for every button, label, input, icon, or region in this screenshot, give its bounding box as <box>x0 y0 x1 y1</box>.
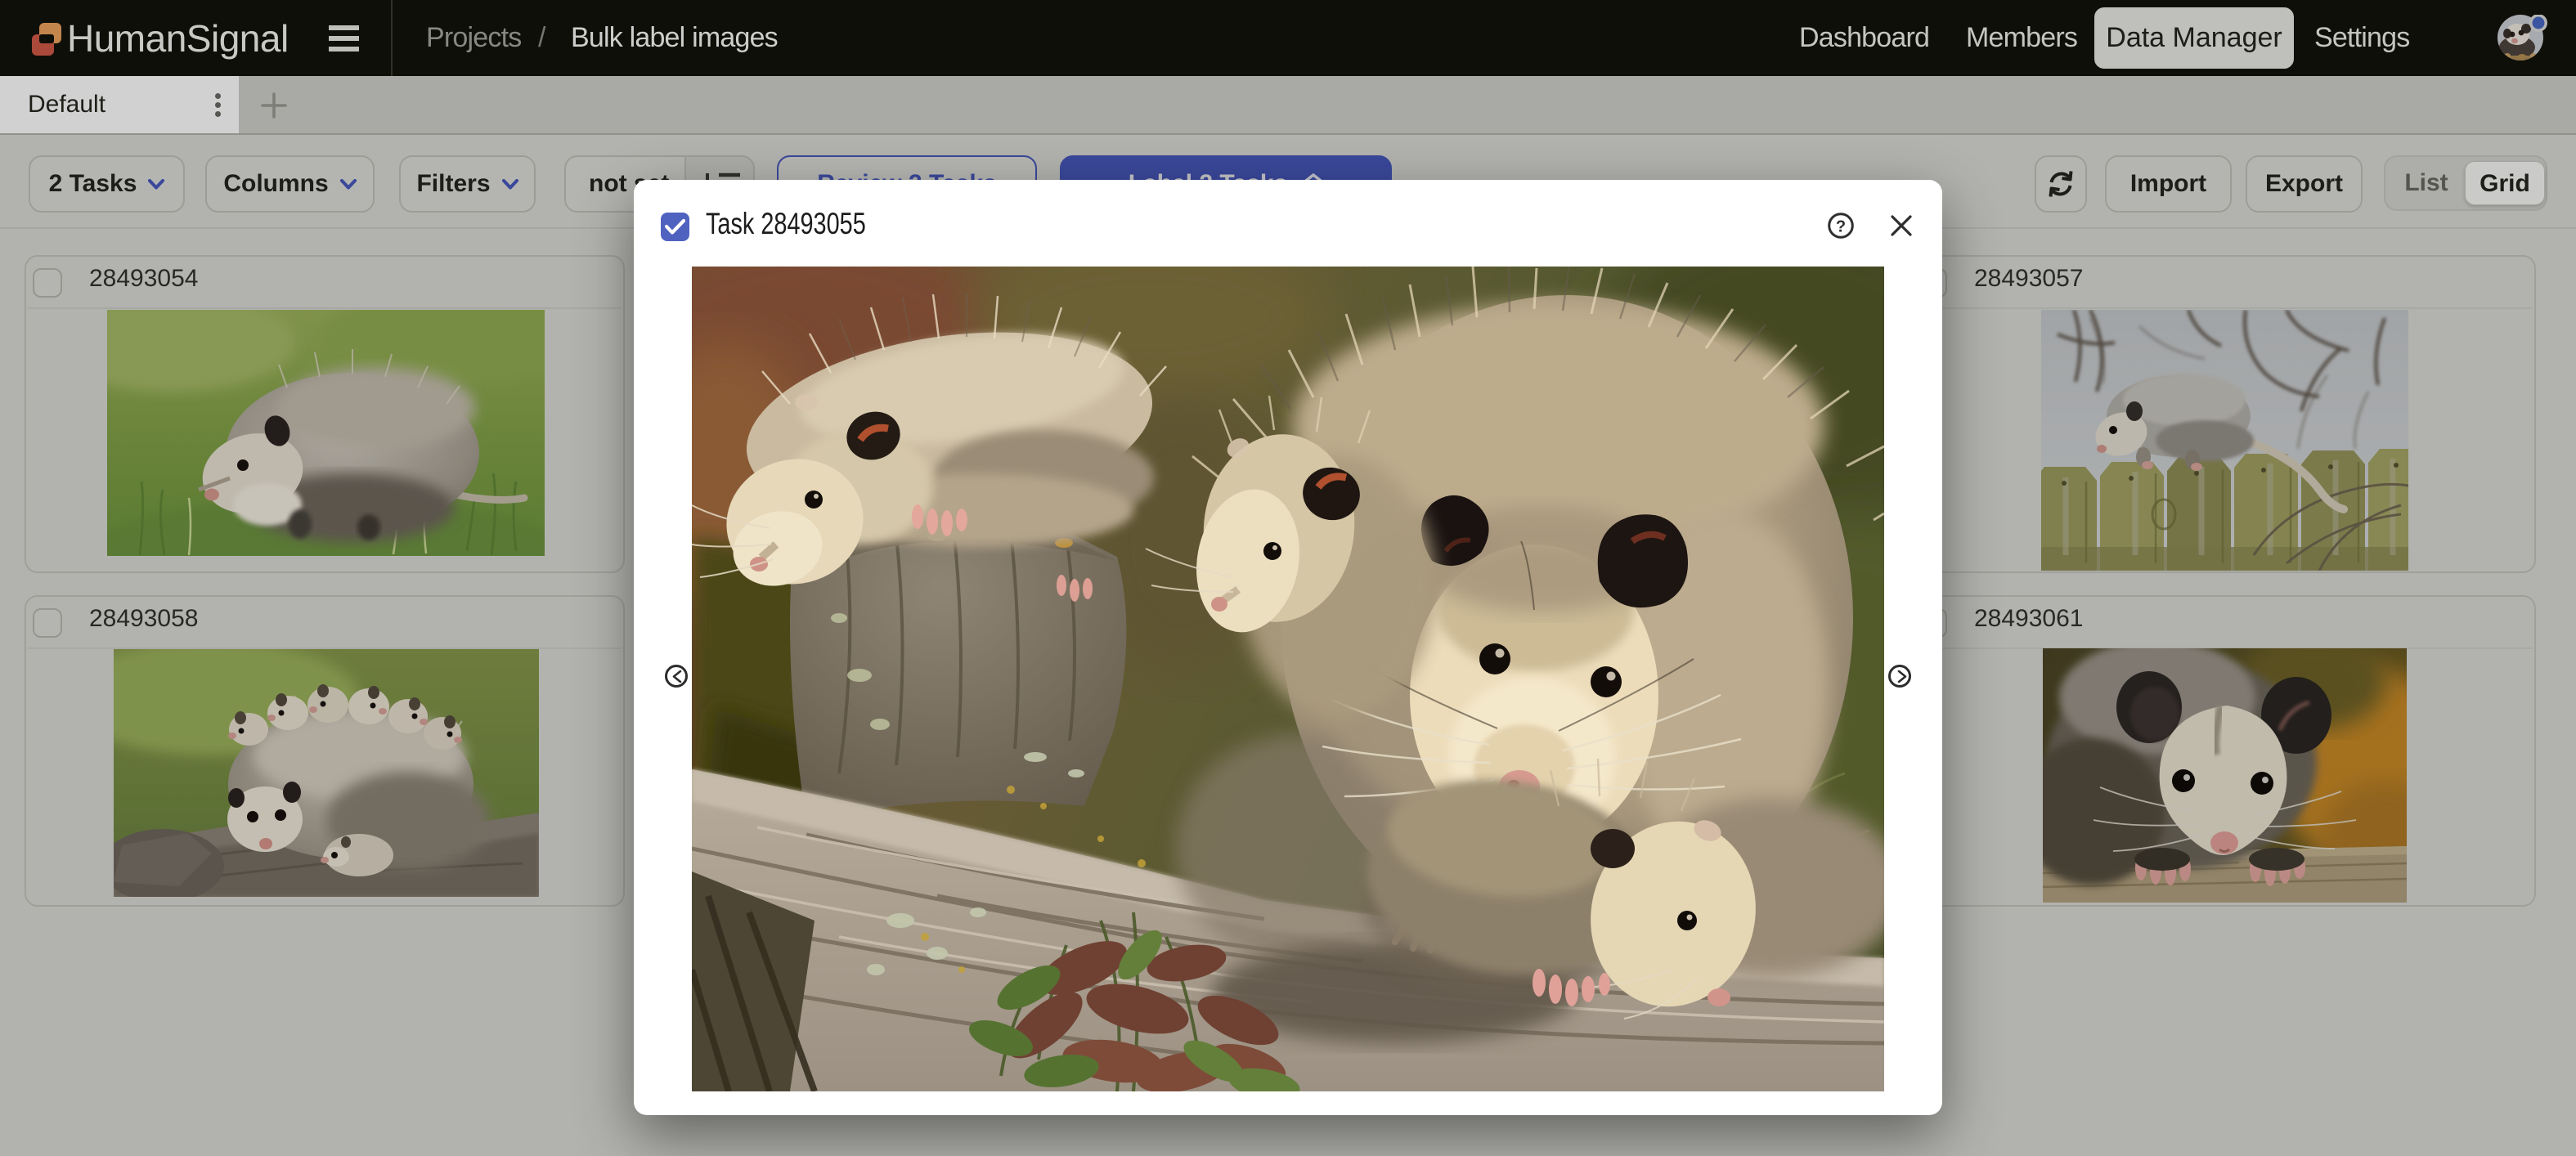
svg-text:?: ? <box>1836 218 1846 236</box>
